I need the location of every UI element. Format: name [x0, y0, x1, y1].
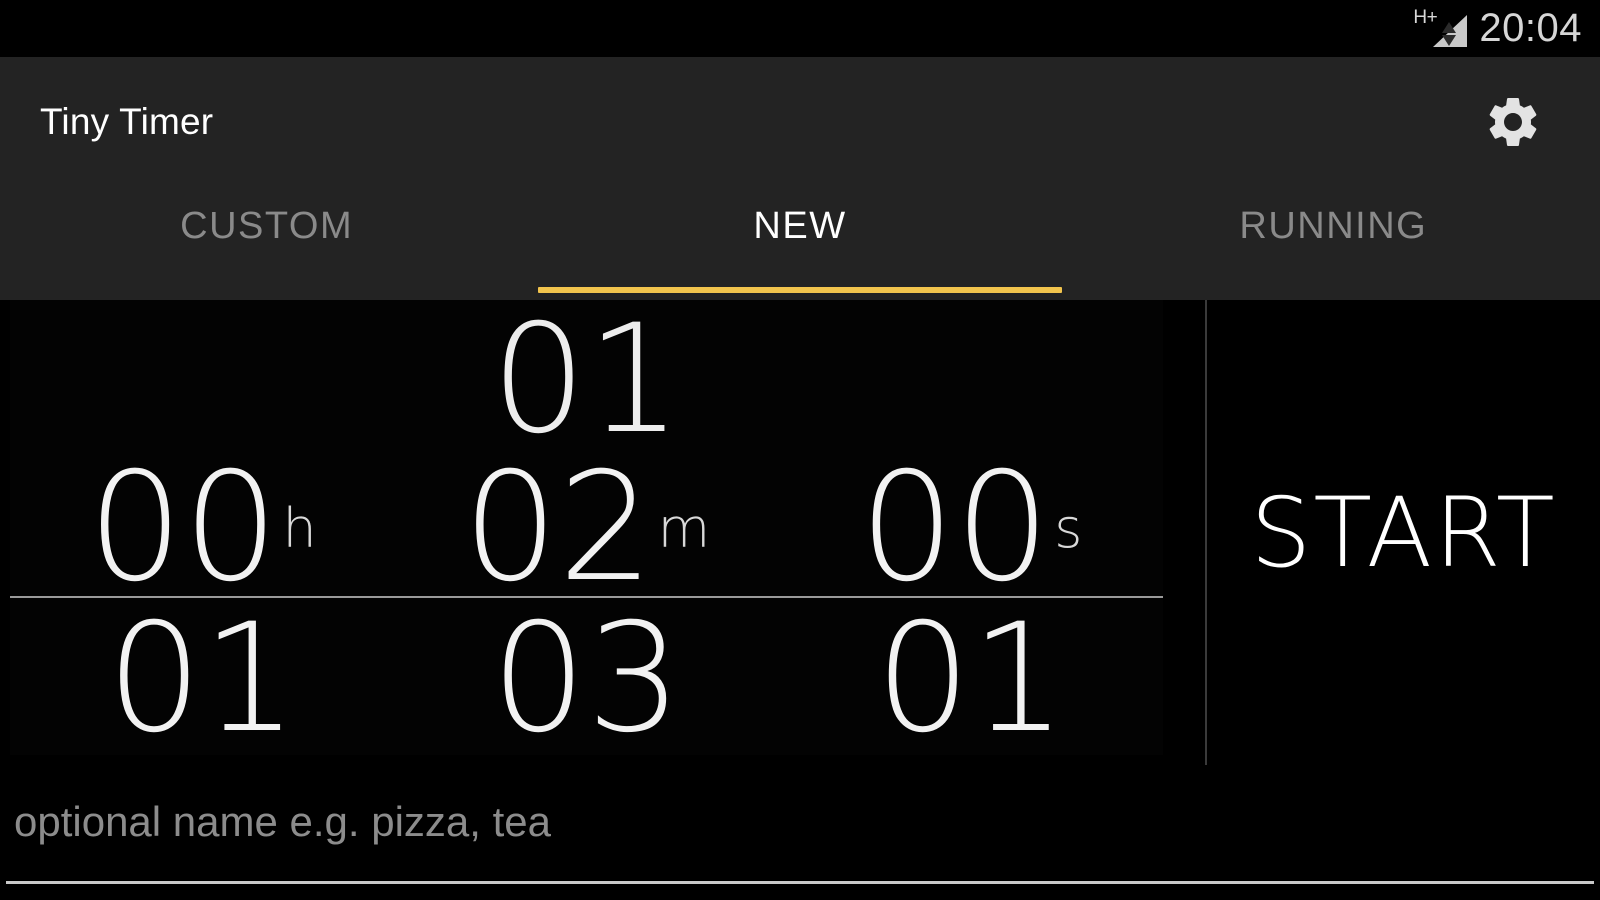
hours-unit-label: h — [282, 496, 317, 560]
seconds-current-slot[interactable]: 00 s — [779, 453, 1163, 603]
status-bar-right-cluster: H+ 20:04 — [1413, 8, 1582, 50]
tab-new[interactable]: NEW — [533, 187, 1066, 300]
tab-running-label: RUNNING — [1239, 205, 1428, 247]
tab-new-label: NEW — [753, 205, 847, 247]
status-bar-clock: 20:04 — [1479, 5, 1582, 50]
page-title: Tiny Timer — [40, 101, 214, 142]
timer-app-screen: H+ 20:04 Tiny Timer CUSTOM NEW RUNNING 0… — [0, 0, 1600, 900]
seconds-unit-label: s — [1054, 496, 1083, 560]
tab-running[interactable]: RUNNING — [1067, 187, 1600, 300]
hours-value: 00 — [87, 441, 279, 616]
tab-bar: CUSTOM NEW RUNNING — [0, 187, 1600, 300]
signal-triangle-icon — [1433, 14, 1468, 47]
action-bar: Tiny Timer — [0, 57, 1600, 187]
hours-picker-column[interactable]: 00 h 01 — [10, 300, 394, 755]
timer-name-field[interactable] — [0, 790, 1600, 898]
hours-current-slot[interactable]: 00 h — [10, 453, 394, 603]
seconds-picker-column[interactable]: 00 s 01 — [779, 300, 1163, 755]
duration-picker: 00 h 01 01 02 m 03 00 s 01 — [10, 300, 1163, 755]
timer-name-underline — [6, 881, 1594, 884]
minutes-picker-column[interactable]: 01 02 m 03 — [394, 300, 778, 755]
minutes-below-value[interactable]: 03 — [394, 603, 778, 755]
tab-custom[interactable]: CUSTOM — [0, 187, 533, 300]
seconds-below-value[interactable]: 01 — [779, 603, 1163, 755]
signal-indicator: H+ — [1413, 8, 1469, 50]
minutes-unit-label: m — [657, 496, 711, 560]
status-bar: H+ 20:04 — [0, 0, 1600, 57]
start-button[interactable]: START — [1207, 300, 1600, 765]
seconds-value: 00 — [859, 441, 1051, 616]
settings-button[interactable] — [1481, 90, 1545, 154]
tab-active-indicator — [538, 287, 1062, 293]
hours-below-value[interactable]: 01 — [10, 603, 394, 755]
gear-icon — [1489, 98, 1537, 146]
minutes-value: 02 — [462, 441, 654, 616]
picker-selection-divider — [10, 596, 1163, 598]
start-button-label: START — [1250, 476, 1557, 589]
minutes-current-slot[interactable]: 02 m — [394, 453, 778, 603]
main-content: 00 h 01 01 02 m 03 00 s 01 START optiona… — [0, 300, 1600, 900]
tab-custom-label: CUSTOM — [180, 205, 354, 247]
timer-name-input[interactable] — [14, 798, 1554, 846]
duration-picker-columns: 00 h 01 01 02 m 03 00 s 01 — [10, 300, 1163, 755]
